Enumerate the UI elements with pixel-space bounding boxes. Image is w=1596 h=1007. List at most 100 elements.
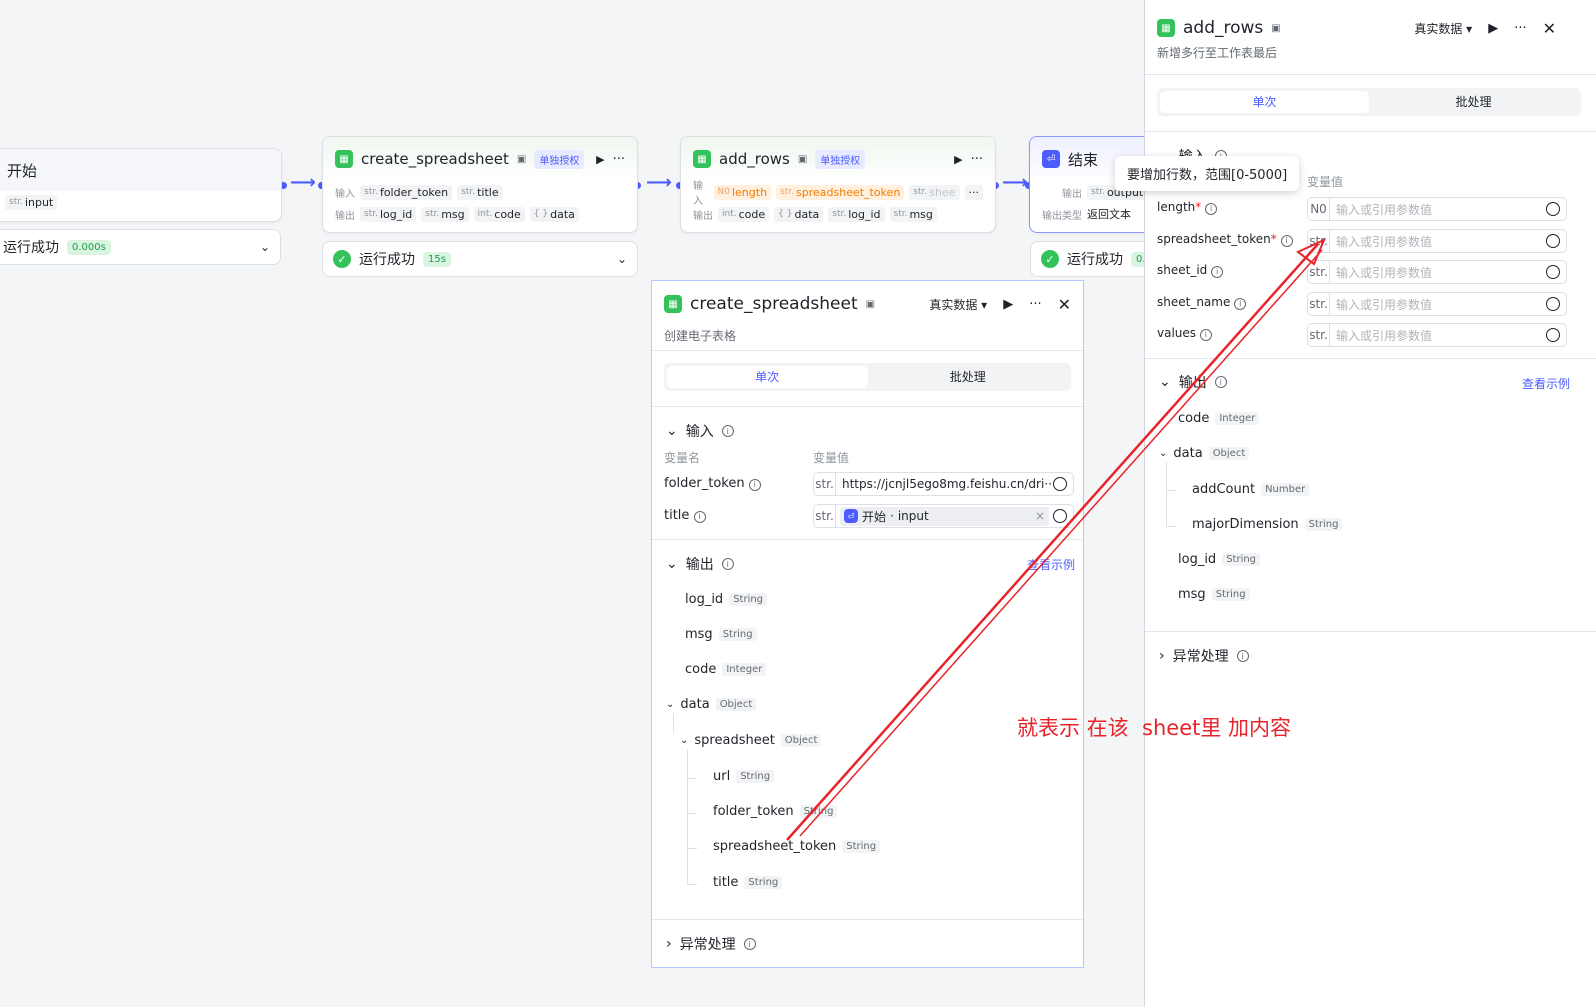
- output-row-expandable[interactable]: ⌄ data Object: [666, 697, 757, 712]
- param-name: spreadsheet_token* i: [1157, 232, 1293, 247]
- save-icon: ▣: [797, 153, 808, 165]
- run-icon[interactable]: ▶: [1003, 297, 1013, 312]
- spreadsheet-token-field[interactable]: str. 输入或引用参数值: [1307, 229, 1567, 253]
- chevron-down-icon[interactable]: ⌄: [260, 240, 270, 254]
- chevron-right-icon: ›: [1159, 648, 1165, 664]
- panel-add-rows: ▦ add_rows ▣ 真实数据 ▾ ▶ ··· ✕ 新增多行至工作表最后 单…: [1115, 0, 1596, 1007]
- param-chip: { } data: [774, 206, 824, 222]
- more-icon[interactable]: ···: [1029, 297, 1041, 312]
- param-chip: N0 length: [713, 184, 772, 200]
- sheet-icon: ▦: [1157, 19, 1175, 37]
- close-icon[interactable]: ✕: [1058, 295, 1071, 314]
- run-icon[interactable]: ▶: [954, 153, 962, 166]
- type-label: str.: [814, 473, 836, 495]
- tab-single[interactable]: 单次: [1160, 91, 1369, 113]
- ref-toggle-icon[interactable]: [1546, 297, 1560, 311]
- auth-badge[interactable]: 单独授权: [534, 149, 585, 169]
- run-icon[interactable]: ▶: [1488, 21, 1498, 36]
- start-run-status[interactable]: 运行成功 0.000s ⌄: [0, 229, 281, 265]
- sheet-icon: ▦: [335, 150, 353, 168]
- sheet-id-field[interactable]: str. 输入或引用参数值: [1307, 260, 1567, 284]
- more-params-chip[interactable]: ···: [964, 184, 983, 200]
- info-icon: i: [1214, 376, 1227, 388]
- output-row: title String: [713, 875, 783, 890]
- auth-badge[interactable]: 单独授权: [815, 149, 866, 169]
- output-label: 输出: [693, 210, 713, 222]
- more-icon[interactable]: ···: [971, 152, 983, 167]
- run-icon[interactable]: ▶: [596, 153, 604, 166]
- output-row: url String: [713, 769, 775, 784]
- folder-token-field[interactable]: str. https://jcnjl5ego8mg.feishu.cn/dri·…: [813, 472, 1074, 496]
- tab-batch[interactable]: 批处理: [868, 366, 1069, 388]
- col-name-header: 变量名: [664, 451, 701, 465]
- node-start[interactable]: 开始 str. input: [0, 148, 282, 222]
- ref-toggle-icon[interactable]: [1053, 477, 1067, 491]
- panel-description: 创建电子表格: [664, 329, 737, 343]
- create-run-status[interactable]: ✓ 运行成功 15s ⌄: [322, 241, 638, 277]
- info-icon: i: [693, 510, 706, 523]
- length-field[interactable]: N0 输入或引用参数值: [1307, 197, 1567, 221]
- output-row: spreadsheet_token String: [713, 839, 881, 854]
- param-name: folder_token i: [664, 476, 761, 491]
- time-badge: 0.000s: [67, 239, 111, 255]
- close-icon[interactable]: ✕: [1543, 19, 1556, 38]
- chevron-down-icon: ⌄: [666, 699, 675, 710]
- chevron-down-icon: ⌄: [1159, 374, 1171, 390]
- sheet-name-field[interactable]: str. 输入或引用参数值: [1307, 292, 1567, 316]
- section-title: 输入: [685, 424, 714, 440]
- save-icon: ▣: [516, 153, 527, 165]
- view-example-link[interactable]: 查看示例: [1027, 556, 1075, 573]
- tab-batch[interactable]: 批处理: [1369, 91, 1578, 113]
- param-name: sheet_id i: [1157, 263, 1224, 278]
- output-row: log_id String: [685, 592, 768, 607]
- status-text: 运行成功: [1067, 252, 1123, 268]
- output-label: 输出: [1062, 188, 1082, 200]
- param-chip: int. code: [473, 206, 525, 222]
- more-icon[interactable]: ···: [1514, 21, 1526, 36]
- output-section-header[interactable]: ⌄ 输出 i: [666, 554, 734, 574]
- output-row: addCount Number: [1192, 482, 1310, 497]
- panel-title: add_rows: [1183, 18, 1264, 38]
- ref-toggle-icon[interactable]: [1546, 328, 1560, 342]
- info-icon: i: [748, 478, 761, 491]
- param-chip: str. msg: [421, 206, 469, 222]
- section-title: 异常处理: [679, 937, 736, 953]
- output-section-header[interactable]: ⌄ 输出 i: [1159, 372, 1227, 392]
- title-field[interactable]: str. ⏎ 开始 · input ×: [813, 504, 1074, 528]
- param-name: title i: [664, 508, 706, 523]
- node-title: 开始: [7, 161, 38, 180]
- data-mode-select[interactable]: 真实数据 ▾: [929, 296, 987, 313]
- more-icon[interactable]: ···: [613, 152, 625, 167]
- node-add-rows[interactable]: ▦ add_rows ▣ 单独授权 ▶ ··· 输入 N0 length str.…: [680, 136, 996, 233]
- sheet-icon: ▦: [693, 150, 711, 168]
- status-text: 运行成功: [3, 240, 59, 256]
- tab-single[interactable]: 单次: [667, 366, 868, 388]
- input-section-header[interactable]: ⌄ 输入 i: [666, 421, 734, 441]
- info-icon: i: [1236, 650, 1249, 662]
- view-example-link[interactable]: 查看示例: [1522, 375, 1570, 392]
- ref-toggle-icon[interactable]: [1546, 265, 1560, 279]
- ref-toggle-icon[interactable]: [1546, 202, 1560, 216]
- exit-icon: ⏎: [1042, 150, 1060, 168]
- ref-toggle-icon[interactable]: [1546, 234, 1560, 248]
- param-chip: str. title: [457, 184, 503, 200]
- annotation-text: 就表示 在该 sheet里 加内容: [1017, 716, 1292, 740]
- check-circle-icon: ✓: [333, 250, 351, 268]
- output-row-expandable[interactable]: ⌄ spreadsheet Object: [680, 733, 822, 748]
- output-row: folder_token String: [713, 804, 838, 819]
- output-row-expandable[interactable]: ⌄ data Object: [1159, 446, 1250, 461]
- panel-title: create_spreadsheet: [690, 294, 858, 314]
- values-field[interactable]: str. 输入或引用参数值: [1307, 323, 1567, 347]
- ref-toggle-icon[interactable]: [1053, 509, 1067, 523]
- param-name: sheet_name i: [1157, 295, 1247, 310]
- clear-icon[interactable]: ×: [1035, 509, 1045, 523]
- error-section-header[interactable]: › 异常处理 i: [1159, 646, 1249, 666]
- info-icon: i: [743, 938, 756, 950]
- chevron-down-icon[interactable]: ⌄: [617, 252, 627, 266]
- data-mode-select[interactable]: 真实数据 ▾: [1414, 20, 1472, 37]
- info-icon: i: [721, 425, 734, 437]
- edge-arrow: ⟶: [290, 172, 316, 193]
- error-section-header[interactable]: › 异常处理 i: [666, 934, 756, 954]
- output-row: log_id String: [1178, 552, 1261, 567]
- node-create-spreadsheet[interactable]: ▦ create_spreadsheet ▣ 单独授权 ▶ ··· 输入 str…: [322, 136, 638, 233]
